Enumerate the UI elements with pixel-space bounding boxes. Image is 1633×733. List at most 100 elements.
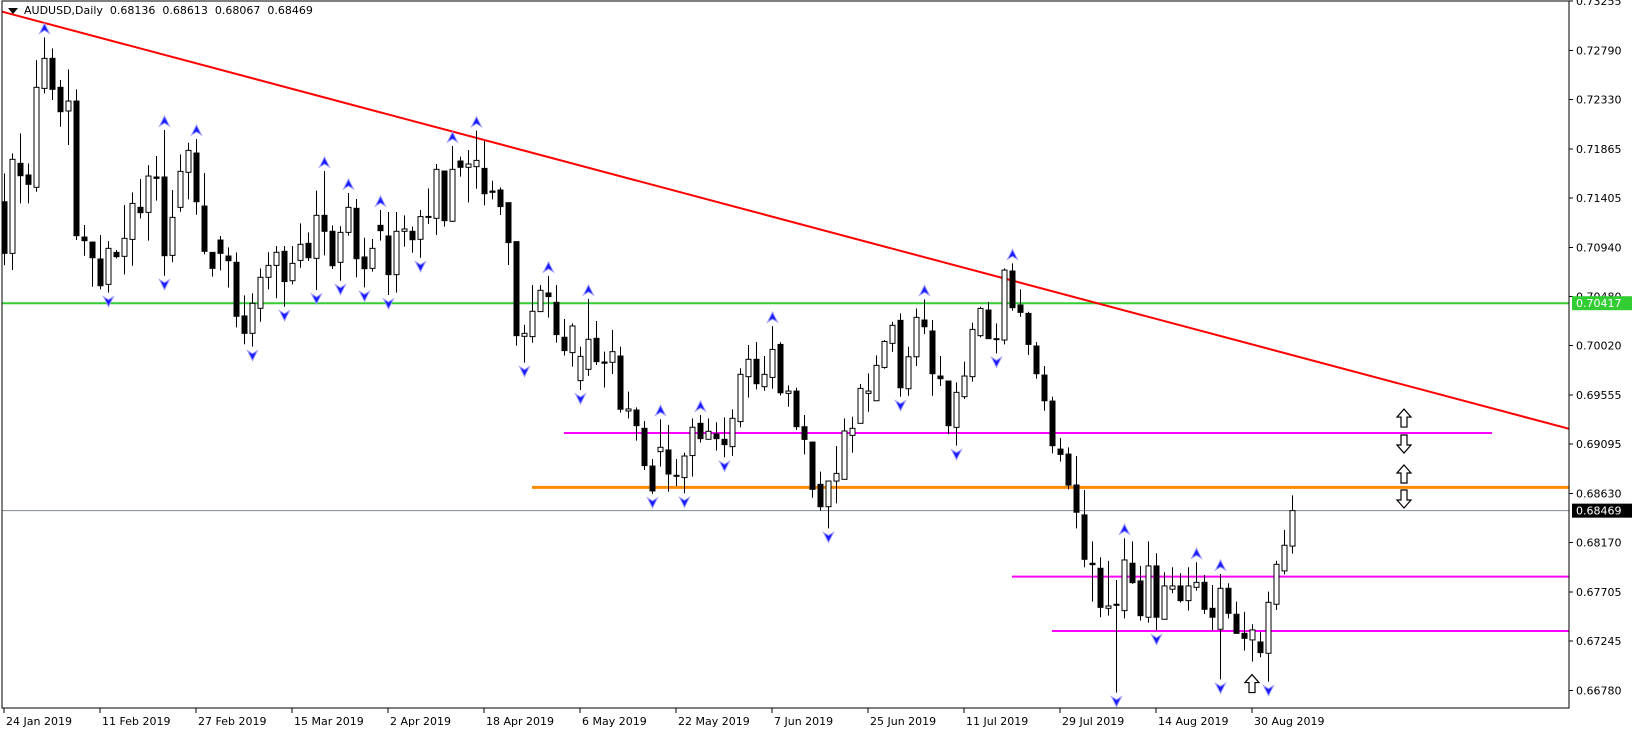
- x-tick-label: 25 Jun 2019: [870, 715, 936, 728]
- candle-body-bull: [1185, 585, 1192, 602]
- fractal-down-arrow-icon: [246, 349, 259, 362]
- signal-up-arrow-icon: [1395, 464, 1413, 484]
- candle: [969, 322, 976, 382]
- candle-body-bull: [849, 427, 856, 436]
- candle-body-bear: [81, 236, 88, 242]
- candle: [129, 192, 136, 266]
- fractal-up-arrow-icon: [542, 260, 555, 274]
- y-tick-label: 0.72790: [1576, 44, 1622, 57]
- candle-body-bear: [241, 315, 248, 334]
- candle-body-bear: [329, 230, 336, 267]
- candle: [633, 407, 640, 441]
- candle: [105, 241, 112, 293]
- candle: [177, 154, 184, 212]
- candle: [1201, 574, 1208, 614]
- candle-body-bear: [617, 355, 624, 410]
- candle-body-bull: [529, 310, 536, 338]
- candle: [985, 302, 992, 340]
- candle: [889, 321, 896, 352]
- candle: [73, 89, 80, 241]
- candle-body-bear: [945, 380, 952, 427]
- candle-body-bull: [961, 375, 968, 398]
- candle-body-bull: [41, 57, 48, 89]
- candle: [1097, 557, 1104, 618]
- candle-body-bull: [1193, 581, 1200, 588]
- candle: [329, 225, 336, 270]
- candle: [313, 190, 320, 290]
- candle-body-bull: [689, 426, 696, 457]
- plot-frame: [1, 0, 1570, 709]
- candle: [609, 329, 616, 375]
- candle-body-bear: [713, 433, 720, 440]
- candle-body-bull: [249, 302, 256, 334]
- candle-body-bear: [1153, 565, 1160, 618]
- candle-body-bear: [2, 201, 8, 254]
- candle-body-bear: [457, 160, 464, 168]
- fractal-down-arrow-icon: [358, 290, 371, 303]
- fractal-up-arrow-icon: [1118, 523, 1131, 536]
- candle: [577, 346, 584, 390]
- candle: [465, 150, 472, 203]
- fractal-up-arrow-icon: [1214, 558, 1227, 572]
- candle-body-bull: [1121, 559, 1128, 612]
- candle: [113, 250, 120, 259]
- fractal-up-arrow-icon: [374, 194, 387, 208]
- candle-body-bull: [977, 307, 984, 337]
- candle-body-bear: [217, 239, 224, 254]
- candle-body-bear: [993, 338, 1000, 341]
- header-high: 0.68613: [162, 4, 208, 17]
- candle-body-bear: [161, 176, 168, 257]
- candle: [1249, 624, 1256, 662]
- candle: [457, 156, 464, 177]
- candle: [489, 180, 496, 200]
- candle-body-bull: [393, 230, 400, 276]
- candle-body-bear: [897, 319, 904, 389]
- candle: [409, 226, 416, 253]
- candle-body-bull: [913, 316, 920, 358]
- candle: [1001, 268, 1008, 345]
- candle: [249, 293, 256, 347]
- candle-body-bear: [1233, 613, 1240, 634]
- candle-body-bull: [905, 356, 912, 390]
- candle: [193, 138, 200, 215]
- candle: [345, 192, 352, 236]
- fractal-down-arrow-icon: [334, 283, 347, 296]
- plot-area[interactable]: [0, 10, 1569, 708]
- signal-up-arrow-icon: [1243, 673, 1261, 694]
- candle-body-bear: [817, 483, 824, 508]
- x-tick-label: 11 Feb 2019: [102, 715, 170, 728]
- candle: [425, 188, 432, 224]
- y-tick-label: 0.66780: [1576, 685, 1622, 698]
- candle-body-bear: [793, 390, 800, 428]
- candle-body-bull: [1289, 510, 1296, 547]
- candle-body-bull: [841, 430, 848, 480]
- price-chart[interactable]: 0.73255 0.72790 0.72330 0.71865 0.71405 0.709…: [0, 0, 1633, 733]
- candle: [1281, 529, 1288, 575]
- candle: [1121, 538, 1128, 619]
- candle: [897, 313, 904, 397]
- candle-body-bull: [33, 86, 40, 188]
- candle-body-bear: [921, 319, 928, 328]
- dropdown-triangle-icon[interactable]: [8, 7, 18, 14]
- candle: [561, 318, 568, 356]
- y-tick-label: 0.67705: [1576, 586, 1622, 599]
- candle-body-bull: [785, 390, 792, 394]
- candle-body-bear: [201, 205, 208, 252]
- candle: [753, 342, 760, 390]
- candle: [649, 458, 656, 494]
- candle: [857, 384, 864, 424]
- fractal-down-arrow-icon: [646, 496, 659, 510]
- y-tick-label: 0.68170: [1576, 536, 1622, 549]
- candle-body-bull: [881, 340, 888, 368]
- candle: [1089, 541, 1096, 602]
- candle: [1289, 495, 1296, 554]
- candle-body-bear: [985, 309, 992, 340]
- candle: [1145, 541, 1152, 623]
- candle: [257, 268, 264, 322]
- candle-body-bear: [1049, 400, 1056, 447]
- candle: [713, 422, 720, 451]
- candle: [793, 387, 800, 431]
- red-trendline[interactable]: [0, 10, 1569, 430]
- candle-body-bull: [521, 332, 528, 337]
- candle: [433, 164, 440, 236]
